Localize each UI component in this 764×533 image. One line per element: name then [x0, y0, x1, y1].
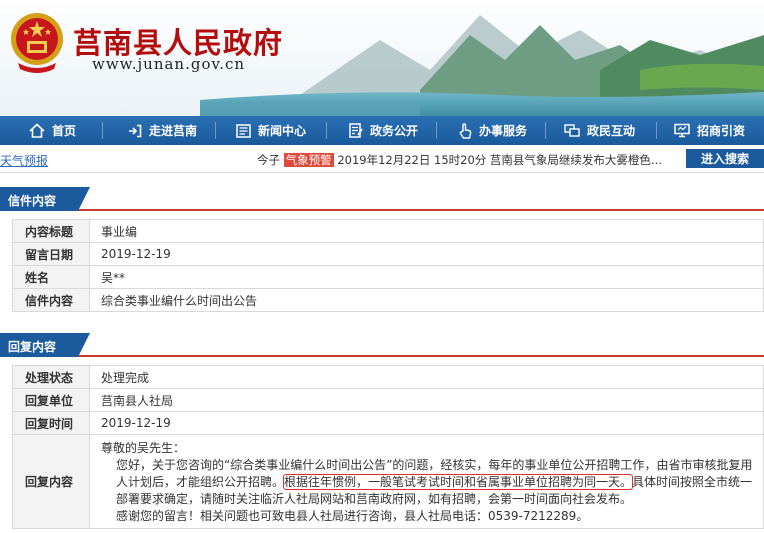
site-url: www.junan.gov.cn — [92, 55, 246, 73]
nav-item-label: 办事服务 — [479, 124, 528, 138]
table-row: 回复单位 莒南县人社局 — [12, 388, 764, 412]
ticker-item[interactable]: 今子 气象预警 2019年12月22日 15时20分 莒南县气象局继续发布大雾橙… — [257, 152, 662, 168]
section-title: 信件内容 — [0, 187, 90, 211]
table-row: 内容标题 事业编 — [12, 219, 764, 243]
nav-item-label: 新闻中心 — [258, 124, 307, 138]
weather-alert-badge: 气象预警 — [283, 153, 334, 167]
table-row: 留言日期 2019-12-19 — [12, 242, 764, 266]
divider — [0, 172, 764, 173]
row-value: 2019-12-19 — [89, 411, 764, 435]
reply-body: 尊敬的吴先生： 您好，关于您咨询的“综合类事业编什么时间出公告”的问题，经核实，… — [89, 434, 764, 529]
nav-divider — [326, 122, 327, 139]
nav-item-home[interactable]: 首页 — [29, 116, 76, 145]
reply-paragraph: 您好，关于您咨询的“综合类事业编什么时间出公告”的问题，经核实，每年的事业单位公… — [101, 457, 755, 508]
interaction-icon — [564, 124, 580, 137]
nav-divider — [102, 122, 103, 139]
nav-item-investment[interactable]: 招商引资 — [674, 116, 745, 145]
monitor-icon — [674, 123, 690, 138]
weather-link[interactable]: 天气预报 — [0, 152, 48, 169]
row-label: 回复单位 — [12, 388, 90, 412]
letter-section-header: 信件内容 — [0, 187, 764, 211]
row-value: 2019-12-19 — [89, 242, 764, 266]
document-edit-icon — [349, 123, 363, 138]
search-button[interactable]: 进入搜索 — [686, 149, 764, 168]
nav-divider — [656, 122, 657, 139]
reply-section-header: 回复内容 — [0, 333, 764, 357]
nav-item-label: 走进莒南 — [149, 124, 198, 138]
national-emblem-icon — [11, 13, 63, 73]
table-row: 姓名 吴** — [12, 265, 764, 289]
nav-item-label: 政务公开 — [370, 124, 419, 138]
row-value: 处理完成 — [89, 365, 764, 389]
nav-item-interaction[interactable]: 政民互动 — [564, 116, 635, 145]
row-label: 姓名 — [12, 265, 90, 289]
table-row: 处理状态 处理完成 — [12, 365, 764, 389]
highlighted-text: 根据往年惯例，一般笔试考试时间和省属事业单位招聘为同一天。 — [283, 474, 634, 490]
table-row: 回复时间 2019-12-19 — [12, 411, 764, 435]
site-header: 莒南县人民政府 www.junan.gov.cn — [0, 0, 764, 116]
table-row: 信件内容 综合类事业编什么时间出公告 — [12, 288, 764, 312]
reply-table: 处理状态 处理完成 回复单位 莒南县人社局 回复时间 2019-12-19 回复… — [12, 365, 764, 529]
section-title: 回复内容 — [0, 333, 90, 357]
row-label: 回复内容 — [12, 434, 90, 529]
reply-closing: 感谢您的留言！相关问题也可致电县人社局进行咨询，县人社局电话：0539-7212… — [116, 509, 589, 523]
row-label: 内容标题 — [12, 219, 90, 243]
hand-pointer-icon — [459, 122, 472, 139]
reply-greeting: 尊敬的吴先生： — [101, 441, 186, 455]
nav-divider — [215, 122, 216, 139]
home-icon — [29, 123, 45, 138]
nav-item-label: 招商引资 — [697, 124, 746, 138]
row-label: 回复时间 — [12, 411, 90, 435]
nav-item-services[interactable]: 办事服务 — [459, 116, 527, 145]
login-arrow-icon — [129, 124, 142, 137]
row-label: 留言日期 — [12, 242, 90, 266]
ticker-text: 2019年12月22日 15时20分 莒南县气象局继续发布大雾橙色... — [337, 153, 662, 167]
row-label: 信件内容 — [12, 288, 90, 312]
nav-divider — [545, 122, 546, 139]
row-value: 综合类事业编什么时间出公告 — [89, 288, 764, 312]
nav-item-about[interactable]: 走进莒南 — [128, 116, 197, 145]
main-nav: 首页 走进莒南 新闻中心 政务公开 办事服务 政民互动 招商引资 — [0, 116, 764, 145]
table-row: 回复内容 尊敬的吴先生： 您好，关于您咨询的“综合类事业编什么时间出公告”的问题… — [12, 434, 764, 529]
newspaper-icon — [236, 123, 251, 138]
row-label: 处理状态 — [12, 365, 90, 389]
news-ticker: 天气预报 今子 气象预警 2019年12月22日 15时20分 莒南县气象局继续… — [0, 149, 764, 169]
row-value: 吴** — [89, 265, 764, 289]
nav-divider — [436, 122, 437, 139]
row-value: 莒南县人社局 — [89, 388, 764, 412]
nav-item-label: 首页 — [52, 124, 77, 138]
letter-table: 内容标题 事业编 留言日期 2019-12-19 姓名 吴** 信件内容 综合类… — [12, 219, 764, 312]
row-value: 事业编 — [89, 219, 764, 243]
nav-item-label: 政民互动 — [587, 124, 636, 138]
ticker-prefix: 今子 — [257, 153, 280, 167]
nav-item-news[interactable]: 新闻中心 — [236, 116, 306, 145]
nav-item-gov-affairs[interactable]: 政务公开 — [349, 116, 418, 145]
